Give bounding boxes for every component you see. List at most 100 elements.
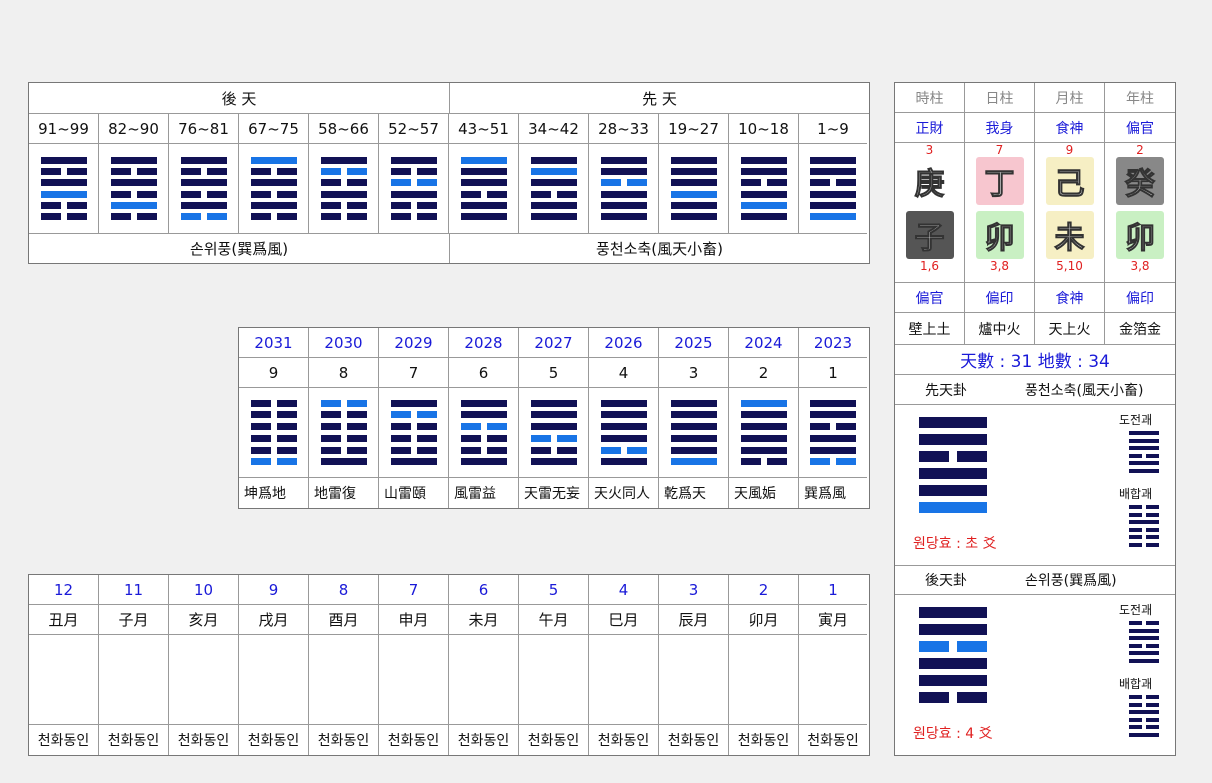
age-range: 82~90 xyxy=(99,114,169,144)
hexagram-line xyxy=(919,624,987,635)
heavenly-stem: 丁 xyxy=(975,157,1024,205)
hexagram-line xyxy=(460,446,507,454)
age-range: 1~9 xyxy=(799,114,867,144)
hexagram-line xyxy=(1129,535,1159,540)
seoncheon-gwae-name: 풍천소축(風天小畜) xyxy=(1025,382,1144,399)
hexagram-line xyxy=(1129,732,1159,737)
year-gwae-name: 坤爲地 xyxy=(239,478,309,508)
branch-god: 偏印 xyxy=(965,283,1035,313)
heavenly-stem: 癸 xyxy=(1116,157,1164,205)
month-gwae-name: 천화동인 xyxy=(449,725,519,755)
month-gwae-name: 천화동인 xyxy=(239,725,309,755)
month-number: 12 xyxy=(29,575,99,605)
hexagram-line xyxy=(919,451,987,462)
hexagram xyxy=(460,399,507,466)
pillar-header: 日柱 xyxy=(965,83,1035,113)
month-empty-cell xyxy=(449,635,519,725)
hexagram xyxy=(810,156,856,221)
age-hexagram-cell xyxy=(519,144,589,234)
hexagram-line xyxy=(530,179,577,187)
hexagram-line xyxy=(670,179,717,187)
age-hexagram-cell xyxy=(589,144,659,234)
hexagram xyxy=(250,156,297,221)
pillar-chars: 3 庚子 1,6 xyxy=(895,143,965,283)
month-name: 午月 xyxy=(519,605,589,635)
hexagram-line xyxy=(320,411,367,419)
hexagram-line xyxy=(670,434,717,442)
hexagram xyxy=(320,156,367,221)
hexagram-line xyxy=(670,156,717,164)
hexagram-line xyxy=(460,202,507,210)
hexagram-line xyxy=(40,179,87,187)
year-number: 8 xyxy=(309,358,379,388)
year-hexagram-cell xyxy=(799,388,867,478)
hexagram-line xyxy=(250,167,297,175)
hexagram-line xyxy=(530,202,577,210)
hexagram-line xyxy=(670,446,717,454)
hucheon-header: 後 天 xyxy=(29,83,450,114)
hexagram-line xyxy=(180,167,227,175)
hexagram-line xyxy=(530,434,577,442)
month-empty-cell xyxy=(729,635,799,725)
month-name: 卯月 xyxy=(729,605,799,635)
branch-number: 3,8 xyxy=(989,259,1010,273)
hexagram-line xyxy=(460,423,507,431)
earthly-branch: 子 xyxy=(905,211,954,259)
month-gwae-name: 천화동인 xyxy=(729,725,799,755)
earthly-branch: 卯 xyxy=(1116,211,1164,259)
stem-god: 正財 xyxy=(895,113,965,143)
year-gwae-name: 地雷復 xyxy=(309,478,379,508)
age-hexagram-cell xyxy=(449,144,519,234)
hexagram-line xyxy=(390,399,437,407)
hexagram-line xyxy=(390,156,437,164)
hucheon-hex-area: 도전괘 배합괘 원당효 : 4 爻 xyxy=(895,595,1175,755)
age-range: 91~99 xyxy=(29,114,99,144)
month-number: 1 xyxy=(799,575,867,605)
hexagram-line xyxy=(180,202,227,210)
month-name: 子月 xyxy=(99,605,169,635)
hexagram-line xyxy=(600,434,647,442)
year-gwae-name: 天火同人 xyxy=(589,478,659,508)
hexagram-line xyxy=(320,423,367,431)
hexagram-line xyxy=(390,190,437,198)
hexagram-line xyxy=(1129,446,1159,451)
hexagram-line xyxy=(810,399,856,407)
seoncheon-dojeon-hexagram xyxy=(1129,431,1159,473)
hexagram-line xyxy=(530,213,577,221)
hexagram-line xyxy=(530,423,577,431)
hucheon-baehap-label: 배합괘 xyxy=(1119,677,1153,691)
year-cell: 2031 xyxy=(239,328,309,358)
branch-god: 偏印 xyxy=(1105,283,1175,313)
hexagram-line xyxy=(670,458,717,466)
stem-number: 7 xyxy=(995,143,1004,157)
hexagram-line xyxy=(810,156,856,164)
napeum: 爐中火 xyxy=(965,313,1035,345)
age-range: 28~33 xyxy=(589,114,659,144)
hexagram-line xyxy=(1129,710,1159,715)
hexagram-line xyxy=(250,399,297,407)
month-number: 3 xyxy=(659,575,729,605)
hexagram-line xyxy=(250,423,297,431)
month-empty-cell xyxy=(169,635,239,725)
seoncheon-baehap-hexagram xyxy=(1129,505,1159,547)
year-gwae-name: 乾爲天 xyxy=(659,478,729,508)
age-range: 58~66 xyxy=(309,114,379,144)
pillar-chars: 9 己未 5,10 xyxy=(1035,143,1105,283)
hexagram-line xyxy=(460,411,507,419)
hucheon-gwae-name: 손위풍(巽爲風) xyxy=(1025,572,1117,589)
hexagram-line xyxy=(110,167,157,175)
hexagram-line xyxy=(600,446,647,454)
hexagram-line xyxy=(320,167,367,175)
hexagram-line xyxy=(320,202,367,210)
hexagram-line xyxy=(1129,695,1159,699)
pillar-header: 時柱 xyxy=(895,83,965,113)
hexagram-line xyxy=(1129,505,1159,509)
age-hexagram-cell xyxy=(169,144,239,234)
age-hexagram-cell xyxy=(29,144,99,234)
year-cell: 2023 xyxy=(799,328,867,358)
hexagram-line xyxy=(1129,542,1159,547)
hexagram-line xyxy=(390,167,437,175)
heavenly-stem: 庚 xyxy=(905,157,954,205)
hexagram xyxy=(40,156,87,221)
hexagram xyxy=(670,399,717,466)
